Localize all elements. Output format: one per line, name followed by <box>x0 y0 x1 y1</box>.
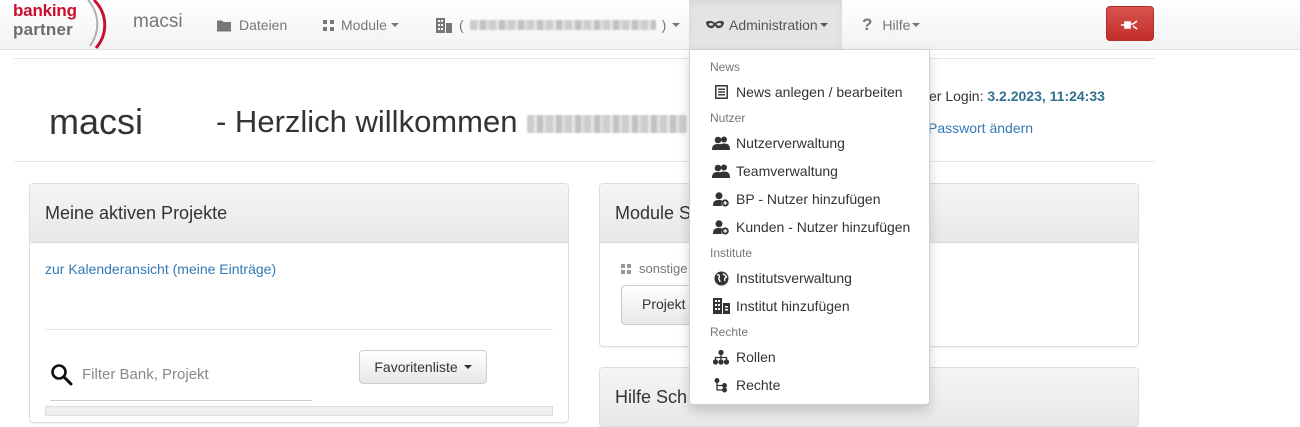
last-login-value: 3.2.2023, 11:24:33 <box>987 88 1105 104</box>
user-name-redacted <box>527 114 688 133</box>
menu-item-label: Institutsverwaltung <box>736 270 852 286</box>
dropdown-header-nutzer: Nutzer <box>710 111 746 125</box>
header-divider-top <box>14 58 1155 59</box>
module-item-sonstige[interactable]: sonstige <box>621 261 687 276</box>
building-icon <box>436 17 452 33</box>
menu-item-rollen[interactable]: Rollen <box>690 343 929 371</box>
module-item-label: sonstige <box>639 261 688 276</box>
logout-button[interactable] <box>1106 6 1154 41</box>
sitemap-icon <box>712 349 730 365</box>
banking-partner-logo[interactable]: banking partner <box>8 0 108 50</box>
nav-hilfe-label: Hilfe <box>882 17 911 33</box>
bank-paren-close: ) <box>661 17 667 33</box>
chevron-down-icon <box>672 23 681 27</box>
menu-item-label: News anlegen / bearbeiten <box>736 84 903 100</box>
mask-icon <box>706 20 724 30</box>
chevron-down-icon <box>390 23 399 27</box>
chevron-down-icon <box>819 23 828 27</box>
folder-icon <box>217 19 232 32</box>
search-icon <box>51 363 73 385</box>
users-icon <box>712 164 730 178</box>
top-navbar: banking partner macsi Dateien Module ()… <box>0 0 1300 50</box>
menu-item-news-edit[interactable]: News anlegen / bearbeiten <box>690 78 929 106</box>
nav-administration[interactable]: Administration <box>689 0 842 50</box>
dropdown-header-rechte: Rechte <box>710 325 749 339</box>
menu-item-label: Rechte <box>736 377 781 393</box>
menu-item-institut-add[interactable]: Institut hinzufügen <box>690 292 929 320</box>
panel-title: Meine aktiven Projekte <box>30 184 568 243</box>
menu-item-label: BP - Nutzer hinzufügen <box>736 191 881 207</box>
nav-administration-label: Administration <box>729 17 818 33</box>
menu-item-rechte[interactable]: Rechte <box>690 371 929 399</box>
header-divider-bottom <box>14 161 1155 162</box>
page-title: macsi <box>49 101 144 142</box>
bank-paren-open: ( <box>459 17 464 33</box>
panel-divider <box>45 329 553 330</box>
menu-item-label: Rollen <box>736 349 776 365</box>
nav-module-label: Module <box>341 17 387 33</box>
dropdown-header-institute: Institute <box>710 246 753 260</box>
nav-dateien-label: Dateien <box>239 17 288 33</box>
administration-dropdown: News News anlegen / bearbeiten Nutzer Nu… <box>689 49 930 405</box>
question-icon: ? <box>862 15 873 34</box>
brand-name[interactable]: macsi <box>133 11 183 33</box>
menu-item-label: Nutzerverwaltung <box>736 135 845 151</box>
grid-icon <box>621 263 631 274</box>
users-icon <box>712 136 730 150</box>
chevron-down-icon <box>912 23 921 27</box>
menu-item-institutsverwaltung[interactable]: Institutsverwaltung <box>690 264 929 292</box>
welcome-text: - Herzlich willkommen <box>216 104 518 139</box>
projects-table-header <box>45 406 553 416</box>
nav-hilfe[interactable]: ? Hilfe <box>862 0 921 50</box>
menu-item-label: Kunden - Nutzer hinzufügen <box>736 219 911 235</box>
menu-item-kunden-user-add[interactable]: Kunden - Nutzer hinzufügen <box>690 213 929 241</box>
newspaper-icon <box>712 85 730 99</box>
grid-icon <box>323 19 334 31</box>
bank-name-redacted <box>469 20 656 30</box>
menu-item-teamverwaltung[interactable]: Teamverwaltung <box>690 157 929 185</box>
favorites-list-button[interactable]: Favoritenliste <box>359 350 487 384</box>
filter-input[interactable] <box>82 366 297 383</box>
nav-bank-selector[interactable]: ( ) <box>436 0 681 50</box>
logo-text-top: banking <box>13 1 77 20</box>
logo-text-bottom: partner <box>13 20 73 39</box>
last-login-label: er Login: <box>929 88 984 104</box>
menu-item-bp-user-add[interactable]: BP - Nutzer hinzufügen <box>690 185 929 213</box>
nav-dateien[interactable]: Dateien <box>217 0 287 50</box>
menu-item-label: Teamverwaltung <box>736 163 838 179</box>
tree-icon <box>712 377 730 393</box>
active-projects-panel: Meine aktiven Projekte zur Kalenderansic… <box>29 183 569 423</box>
chevron-down-icon <box>463 365 472 369</box>
calendar-view-link[interactable]: zur Kalenderansicht (meine Einträge) <box>45 261 276 277</box>
last-login: er Login: 3.2.2023, 11:24:33 <box>929 88 1105 104</box>
welcome-message: - Herzlich willkommen <box>216 102 688 142</box>
menu-item-nutzerverwaltung[interactable]: Nutzerverwaltung <box>690 129 929 157</box>
nav-module[interactable]: Module <box>323 0 399 50</box>
project-filter <box>50 349 312 401</box>
building-icon <box>712 298 730 314</box>
user-add-icon <box>712 191 730 207</box>
plug-icon <box>1121 19 1138 30</box>
globe-icon <box>712 271 730 286</box>
dropdown-header-news: News <box>710 60 741 74</box>
change-password-link[interactable]: Passwort ändern <box>928 120 1033 136</box>
user-add-icon <box>712 219 730 235</box>
menu-item-label: Institut hinzufügen <box>736 298 850 314</box>
favorites-list-label: Favoritenliste <box>374 359 458 375</box>
